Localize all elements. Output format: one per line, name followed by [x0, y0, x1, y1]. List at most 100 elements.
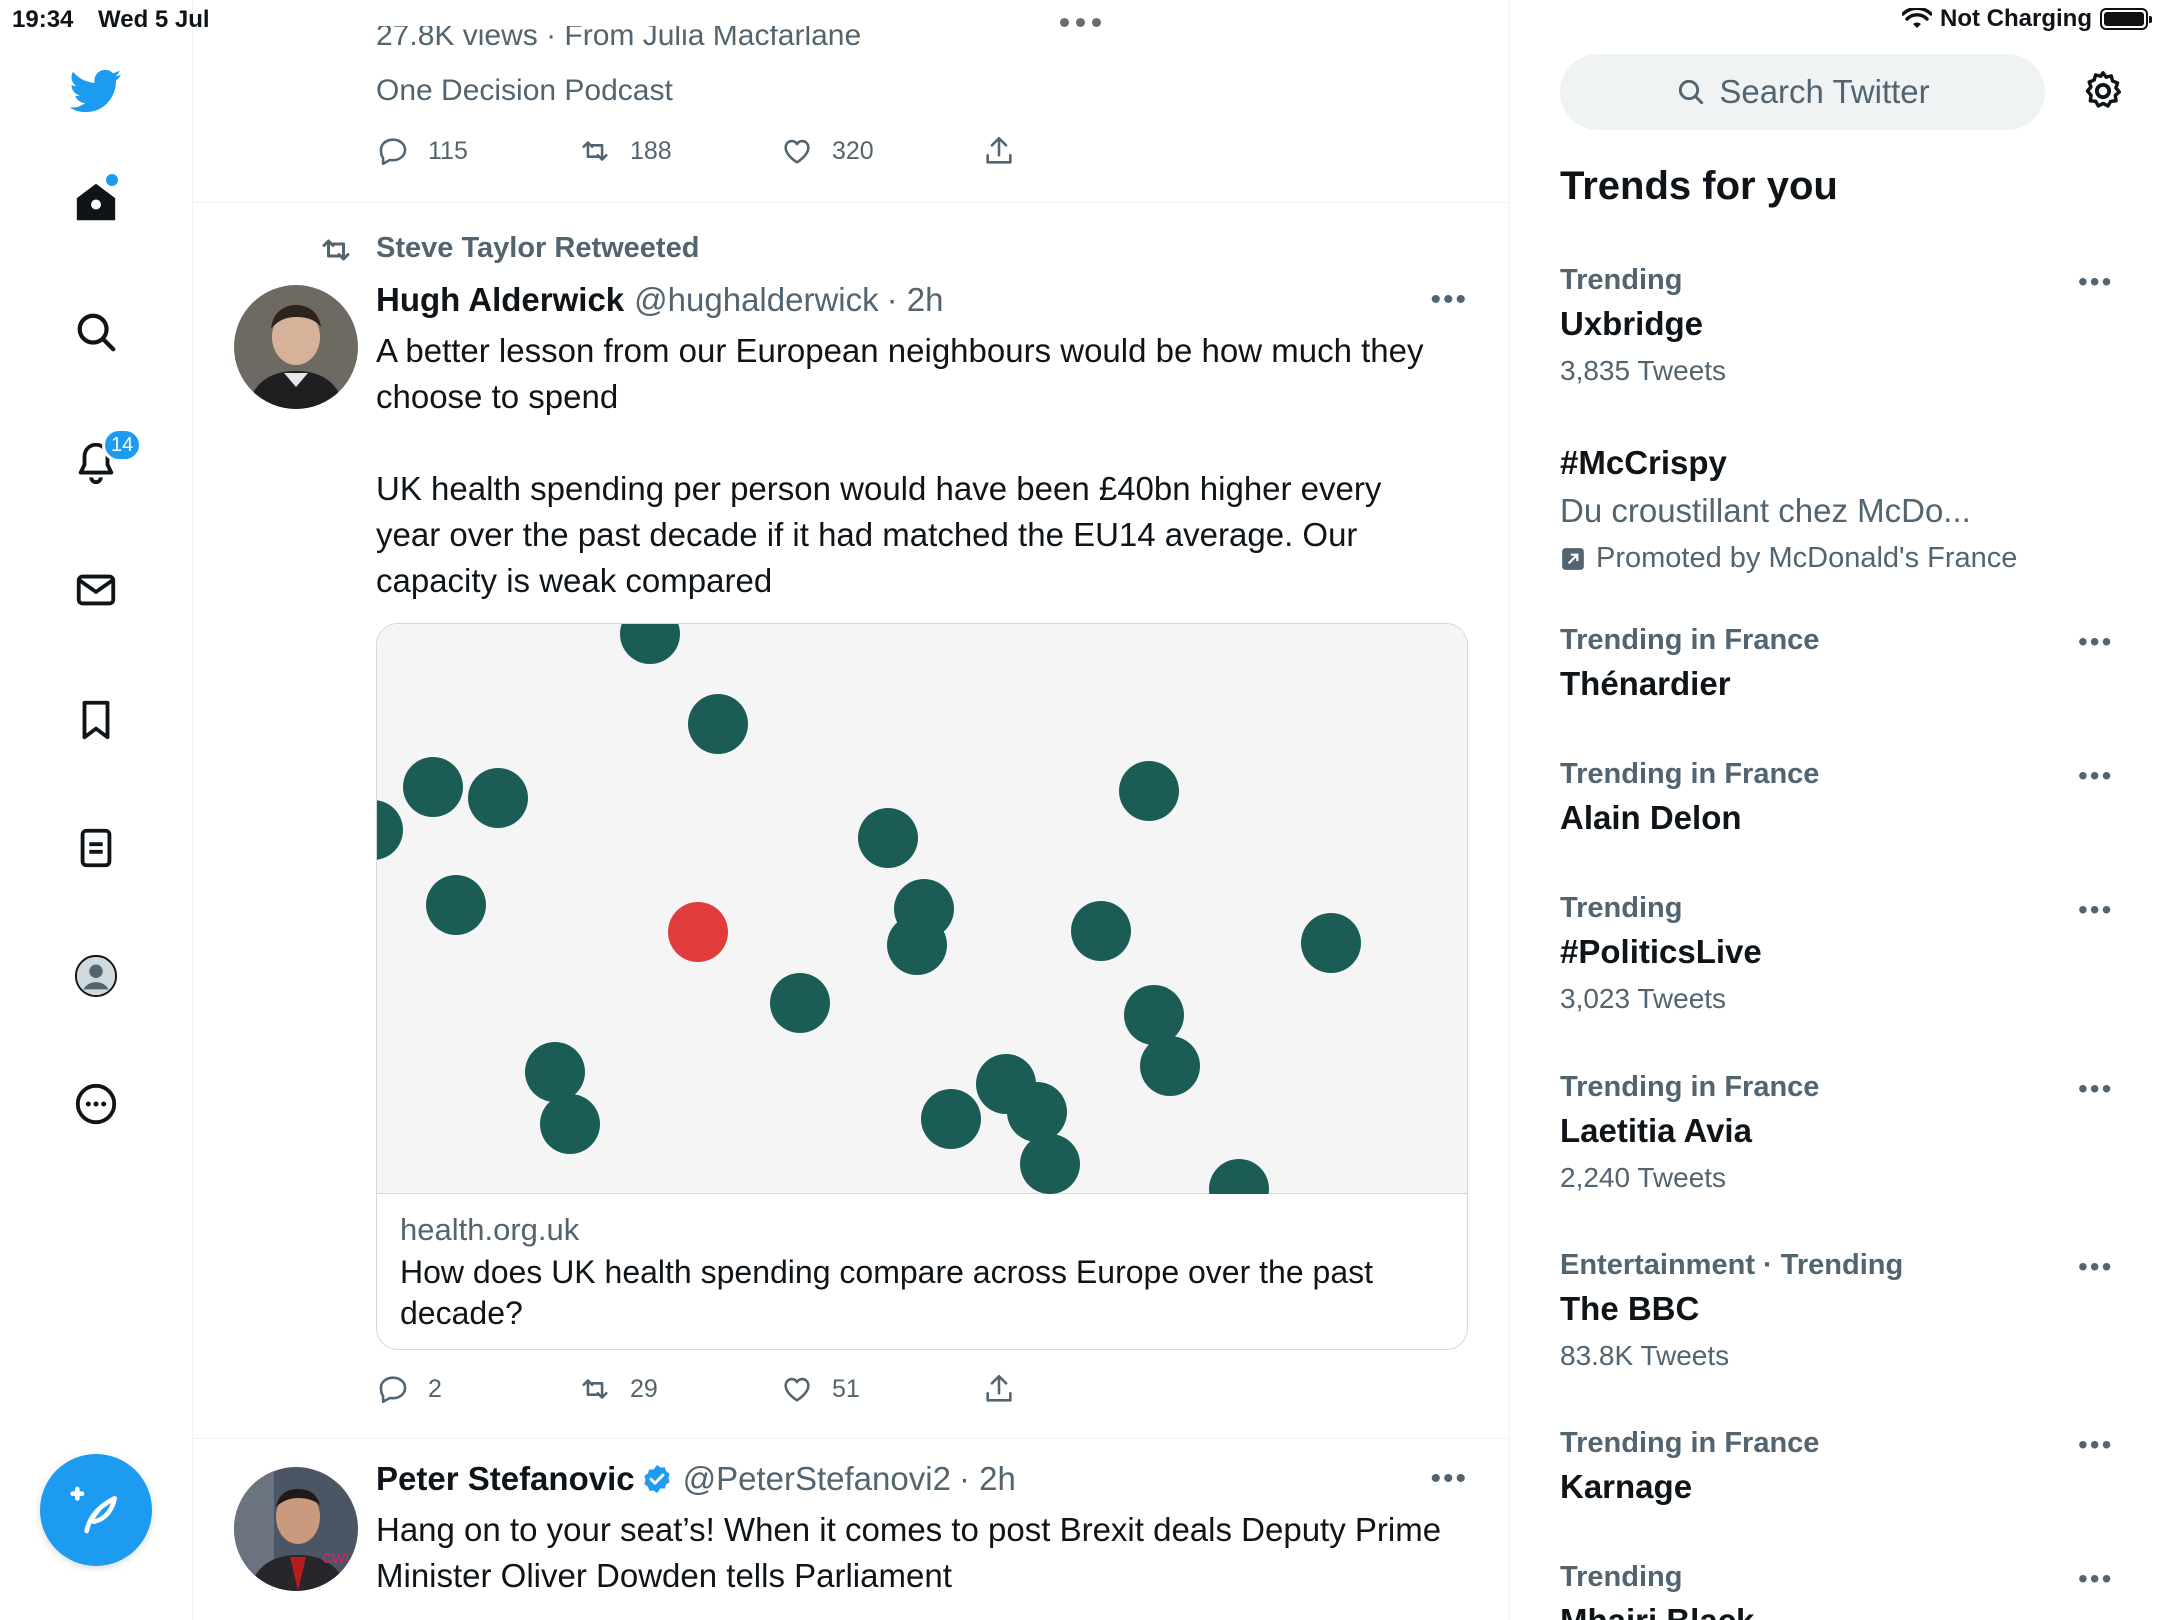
promoted-label: Promoted by McDonald's France — [1560, 542, 2120, 575]
link-card-title: How does UK health spending compare acro… — [400, 1254, 1373, 1331]
retweet-icon — [582, 141, 608, 161]
tweet-peter-stefanovic[interactable]: CWU Peter Stefanovic @PeterStefanovi2 · … — [193, 1439, 1509, 1620]
trend-count: 83.8K Tweets — [1560, 1340, 1730, 1371]
trend-name: #McCrispy — [1560, 444, 1727, 481]
right-sidebar: Search Twitter Trends for you Trending U… — [1510, 0, 2160, 1620]
trend-item[interactable]: Entertainment · Trending The BBC 83.8K T… — [1560, 1249, 2120, 1372]
multitasking-dots-icon[interactable] — [1060, 18, 1101, 27]
bookmarks-icon[interactable] — [70, 694, 122, 746]
trend-more-icon[interactable]: ••• — [2078, 266, 2113, 298]
retweet-count: 188 — [630, 136, 672, 165]
status-bar: 19:34 Wed 5 Jul Not Charging — [0, 0, 2160, 40]
retweet-button[interactable]: 29 — [578, 1372, 780, 1406]
avatar-hugh-alderwick[interactable] — [234, 285, 358, 409]
retweeted-icon — [322, 239, 350, 261]
heart-icon — [784, 139, 810, 164]
trends-heading: Trends for you — [1560, 164, 1838, 208]
tweet-header: Hugh Alderwick @hughalderwick · 2h — [376, 281, 944, 319]
link-card-image — [377, 624, 1467, 1219]
svg-text:CWU: CWU — [322, 1550, 355, 1566]
more-options-icon[interactable] — [70, 1078, 122, 1130]
settings-gear-icon[interactable] — [2080, 68, 2126, 119]
trend-context: Trending in France — [1560, 758, 1820, 790]
battery-icon — [2100, 8, 2152, 30]
author-handle[interactable]: @PeterStefanovi2 — [683, 1460, 951, 1498]
like-count: 51 — [832, 1374, 860, 1403]
profile-avatar-icon[interactable] — [70, 950, 122, 1002]
trend-count: 3,023 Tweets — [1560, 983, 1727, 1014]
trend-item[interactable]: Trending in France Laetitia Avia 2,240 T… — [1560, 1071, 2120, 1194]
twitter-logo-icon[interactable] — [70, 64, 122, 116]
home-unread-dot — [106, 174, 118, 186]
author-handle[interactable]: @hughalderwick — [634, 281, 878, 319]
tweet-text: Hang on to your seat’s! When it comes to… — [376, 1511, 1451, 1594]
tweet-hugh-alderwick[interactable]: Steve Taylor Retweeted Hugh Alderwick @h… — [193, 203, 1509, 1439]
compose-tweet-button[interactable] — [40, 1454, 152, 1566]
like-button[interactable]: 320 — [780, 134, 982, 168]
status-time: 19:34 — [12, 6, 74, 33]
heart-icon — [784, 1377, 810, 1402]
share-icon — [986, 136, 1012, 164]
trend-more-icon[interactable]: ••• — [2078, 894, 2113, 926]
trend-name: Uxbridge — [1560, 305, 1704, 342]
reply-count: 2 — [428, 1374, 442, 1403]
trend-name: The BBC — [1560, 1290, 1700, 1327]
reply-count: 115 — [428, 136, 468, 165]
search-placeholder: Search Twitter — [1719, 73, 1930, 110]
trend-item[interactable]: Trending Mhairi Black — [1560, 1561, 2120, 1620]
reply-icon — [379, 138, 407, 166]
trend-count: 3,835 Tweets — [1560, 355, 1727, 386]
trend-more-icon[interactable]: ••• — [2078, 1429, 2113, 1461]
trend-more-icon[interactable]: ••• — [2078, 1563, 2113, 1595]
avatar-peter-stefanovic[interactable]: CWU — [234, 1467, 358, 1591]
tweet-text: A better lesson from our European neighb… — [376, 332, 1424, 599]
tweet-time[interactable]: · 2h — [887, 281, 944, 319]
link-card-domain: health.org.uk — [400, 1212, 580, 1247]
author-name[interactable]: Peter Stefanovic — [376, 1460, 635, 1498]
compose-feather-icon — [70, 1486, 117, 1534]
trend-description: Du croustillant chez McDo... — [1560, 492, 1971, 529]
trend-item[interactable]: Trending in France Alain Delon — [1560, 758, 2120, 837]
trend-name: Laetitia Avia — [1560, 1112, 1752, 1149]
wifi-icon — [1902, 8, 1933, 28]
search-twitter-input[interactable]: Search Twitter — [1560, 54, 2045, 130]
reply-icon — [379, 1376, 407, 1404]
tweet-more-icon[interactable]: ••• — [1430, 1462, 1468, 1496]
explore-search-icon[interactable] — [70, 306, 122, 358]
trend-context: Trending — [1560, 1561, 1683, 1593]
trend-more-icon[interactable]: ••• — [2078, 626, 2113, 658]
retweeted-by-label: Steve Taylor Retweeted — [376, 232, 700, 264]
trend-name: Thénardier — [1560, 665, 1731, 702]
promoted-by-text: Promoted by McDonald's France — [1596, 542, 2018, 574]
podcast-title: One Decision Podcast — [376, 74, 673, 107]
link-card[interactable]: health.org.uk How does UK health spendin… — [376, 623, 1468, 1350]
trend-more-icon[interactable]: ••• — [2078, 1073, 2113, 1105]
lists-icon[interactable] — [70, 822, 122, 874]
trend-item[interactable]: Trending #PoliticsLive 3,023 Tweets — [1560, 892, 2120, 1015]
tweet-time[interactable]: · 2h — [959, 1460, 1016, 1498]
trend-more-icon[interactable]: ••• — [2078, 1251, 2113, 1283]
charging-status: Not Charging — [1940, 5, 2092, 32]
status-date: Wed 5 Jul — [98, 6, 210, 33]
trend-count: 2,240 Tweets — [1560, 1162, 1727, 1193]
messages-mail-icon[interactable] — [70, 564, 122, 616]
trend-item[interactable]: Trending Uxbridge 3,835 Tweets — [1560, 264, 2120, 387]
trend-context: Entertainment · Trending — [1560, 1249, 1904, 1281]
search-icon — [1679, 79, 1704, 105]
trend-more-icon[interactable]: ••• — [2078, 760, 2113, 792]
trend-name: Alain Delon — [1560, 799, 1742, 836]
trend-item[interactable]: Trending in France Thénardier — [1560, 624, 2120, 703]
retweet-button[interactable]: 188 — [578, 134, 780, 168]
author-name[interactable]: Hugh Alderwick — [376, 281, 624, 319]
reply-button[interactable]: 115 — [376, 134, 578, 168]
trend-item[interactable]: Trending in France Karnage — [1560, 1427, 2120, 1506]
like-button[interactable]: 51 — [780, 1372, 982, 1406]
left-navigation: 14 — [0, 0, 193, 1620]
share-button[interactable] — [982, 1372, 1184, 1406]
promoted-trend-item[interactable]: #McCrispy Du croustillant chez McDo... P… — [1560, 444, 2120, 575]
reply-button[interactable]: 2 — [376, 1372, 578, 1406]
trend-context: Trending in France — [1560, 624, 1820, 656]
share-button[interactable] — [982, 134, 1184, 168]
home-timeline: 27.8K views · From Julia Macfarlane One … — [193, 0, 1510, 1620]
tweet-more-icon[interactable]: ••• — [1430, 283, 1468, 317]
